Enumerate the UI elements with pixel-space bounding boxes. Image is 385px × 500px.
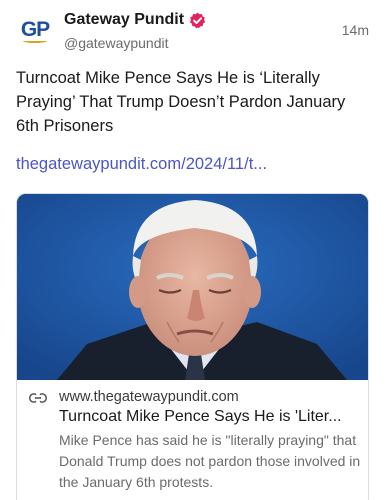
author-name[interactable]: Gateway Pundit [64, 10, 184, 30]
card-description: Mike Pence has said he is "literally pra… [59, 432, 361, 490]
card-domain: www.thegatewaypundit.com [59, 389, 239, 405]
avatar[interactable]: GP [16, 12, 54, 50]
post-header: GP Gateway Pundit @gatewaypundit 14m [16, 10, 369, 54]
author-handle[interactable]: @gatewaypundit [64, 34, 206, 52]
link-icon [29, 392, 47, 404]
avatar-logo-text: GP [20, 18, 50, 41]
avatar-swoosh [23, 39, 47, 43]
card-photo [17, 194, 368, 380]
card-image[interactable] [17, 194, 368, 380]
post-timestamp: 14m [341, 22, 369, 38]
post-text: Turncoat Mike Pence Says He is ‘Literall… [16, 69, 346, 135]
verified-badge-icon [189, 12, 206, 28]
card-title[interactable]: Turncoat Mike Pence Says He is 'Liter... [59, 407, 359, 427]
author-block: Gateway Pundit @gatewaypundit [64, 10, 206, 52]
post-link[interactable]: thegatewaypundit.com/2024/11/t... [16, 152, 267, 176]
link-preview-card[interactable]: www.thegatewaypundit.com Turncoat Mike P… [16, 193, 369, 500]
